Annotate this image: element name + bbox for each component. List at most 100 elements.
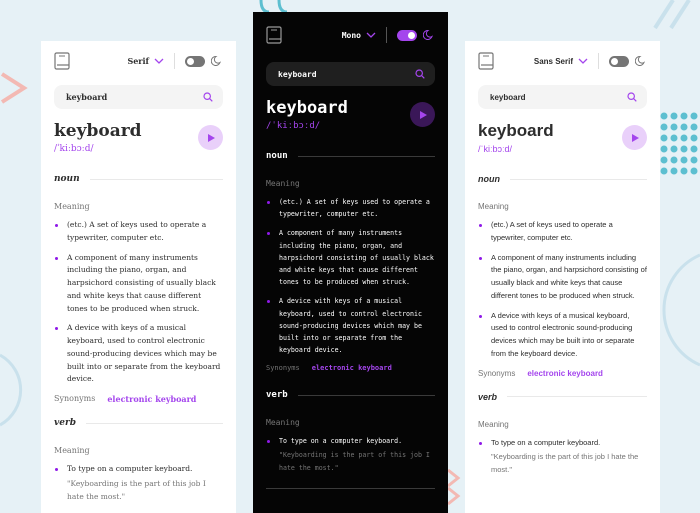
search-input[interactable]: keyboard <box>490 93 526 102</box>
search-bar[interactable]: keyboard <box>266 62 435 86</box>
play-icon <box>419 110 427 119</box>
part-of-speech-noun: noun <box>54 174 223 184</box>
synonyms-label: Synonyms <box>478 368 516 378</box>
pos-label: verb <box>266 390 288 401</box>
bullet <box>55 327 58 331</box>
font-select[interactable]: Sans Serif <box>534 57 588 66</box>
part-of-speech-noun: noun <box>266 151 435 161</box>
bullet <box>267 201 270 204</box>
definition-text: A component of many instruments includin… <box>491 252 647 300</box>
pos-label: noun <box>478 174 500 184</box>
header: Sans Serif <box>478 41 647 81</box>
toggle-knob <box>611 57 618 65</box>
definition-list: To type on a computer keyboard. <box>478 437 647 450</box>
dictionary-card-sans: Sans Serif keyboard keyboard /ˈkiːbɔːd/ … <box>465 41 660 513</box>
font-select-label: Sans Serif <box>533 56 573 66</box>
synonyms-row: Synonyms electronic keyboard <box>478 369 647 378</box>
search-bar[interactable]: keyboard <box>54 85 223 109</box>
definition-item: A device with keys of a musical keyboard… <box>266 295 435 356</box>
definition-text: (etc.) A set of keys used to operate a t… <box>67 220 207 242</box>
dictionary-card-serif: Serif keyboard keyboard /ˈkiːbɔːd/ noun … <box>41 41 236 513</box>
definition-text: A component of many instruments includin… <box>67 252 216 313</box>
search-input[interactable]: keyboard <box>278 70 317 79</box>
search-bar[interactable]: keyboard <box>478 85 647 109</box>
definition-text: (etc.) A set of keys used to operate a t… <box>279 198 430 219</box>
part-of-speech-verb: verb <box>266 390 435 400</box>
example-sentence: "Keyboarding is the part of this job I h… <box>67 478 206 501</box>
synonym-link[interactable]: electronic keyboard <box>312 364 392 372</box>
decor-arc-right <box>662 253 700 367</box>
definition-text: To type on a computer keyboard. <box>491 437 601 447</box>
definition-item: A device with keys of a musical keyboard… <box>54 322 223 386</box>
play-audio-button[interactable] <box>410 102 435 127</box>
font-select[interactable]: Mono <box>342 31 376 40</box>
chevron-down-icon <box>366 32 376 38</box>
divider <box>174 53 175 69</box>
search-icon[interactable] <box>203 92 213 102</box>
pos-label: noun <box>54 174 80 184</box>
chevron-down-icon <box>154 58 164 64</box>
synonym-link[interactable]: electronic keyboard <box>107 394 196 404</box>
word-title: keyboard <box>266 98 348 118</box>
play-audio-button[interactable] <box>198 125 223 150</box>
pos-label: noun <box>266 151 288 161</box>
search-input[interactable]: keyboard <box>66 92 107 102</box>
phonetic: /ˈkiːbɔːd/ <box>478 144 513 154</box>
font-select-label: Mono <box>341 30 361 40</box>
theme-toggle[interactable] <box>397 29 417 41</box>
definition-text: A component of many instruments includin… <box>279 229 434 287</box>
definition-item: To type on a computer keyboard. <box>266 435 435 447</box>
divider <box>386 27 387 43</box>
example-sentence: "Keyboarding is the part of this job I h… <box>491 452 639 474</box>
definition-item: (etc.) A set of keys used to operate a t… <box>478 219 647 245</box>
definition-text: A device with keys of a musical keyboard… <box>67 323 221 384</box>
theme-toggle[interactable] <box>185 55 205 67</box>
pos-divider <box>86 422 223 424</box>
definition-list: (etc.) A set of keys used to operate a t… <box>54 219 223 386</box>
definition-list: To type on a computer keyboard. <box>266 435 435 447</box>
phonetic: /ˈkiːbɔːd/ <box>54 144 94 154</box>
part-of-speech-noun: noun <box>478 174 647 184</box>
definition-item: A component of many instruments includin… <box>54 252 223 316</box>
font-select[interactable]: Serif <box>127 56 164 66</box>
definition-item: A component of many instruments includin… <box>266 227 435 288</box>
synonyms-label: Synonyms <box>266 364 300 373</box>
definition-item: To type on a computer keyboard. <box>54 463 223 476</box>
pos-label: verb <box>478 391 498 402</box>
part-of-speech-verb: verb <box>54 418 223 428</box>
book-logo-icon <box>54 52 70 70</box>
example-sentence: "Keyboarding is the part of this job I h… <box>279 451 430 472</box>
word-header: keyboard /ˈkiːbɔːd/ <box>266 98 435 131</box>
definition-text: To type on a computer keyboard. <box>279 437 403 446</box>
meaning-label: Meaning <box>478 419 509 429</box>
header-controls: Serif <box>127 53 223 69</box>
search-icon[interactable] <box>627 92 637 102</box>
play-icon <box>207 133 215 142</box>
synonym-link[interactable]: electronic keyboard <box>527 369 603 378</box>
definition-item: A component of many instruments includin… <box>478 252 647 303</box>
meaning-label: Meaning <box>478 202 509 211</box>
meaning-label: Meaning <box>266 418 300 428</box>
synonyms-row: Synonyms electronic keyboard <box>266 364 435 372</box>
pos-label: verb <box>54 418 76 428</box>
pos-divider <box>297 394 435 396</box>
moon-icon <box>423 29 433 40</box>
play-audio-button[interactable] <box>622 125 647 150</box>
bullet <box>55 256 58 260</box>
part-of-speech-verb: verb <box>478 392 647 402</box>
bullet <box>267 440 270 444</box>
pos-divider <box>507 396 647 397</box>
meaning-label: Meaning <box>54 446 90 455</box>
bullet <box>55 224 58 227</box>
play-icon <box>631 133 639 142</box>
word-header: keyboard /ˈkiːbɔːd/ <box>54 121 223 154</box>
theme-toggle[interactable] <box>609 55 629 67</box>
bottom-divider <box>266 487 435 489</box>
definition-text: A device with keys of a musical keyboard… <box>491 310 635 358</box>
search-icon[interactable] <box>415 69 425 79</box>
header-controls: Sans Serif <box>534 53 647 69</box>
bullet <box>267 232 270 236</box>
font-select-label: Serif <box>127 56 149 66</box>
phonetic: /ˈkiːbɔːd/ <box>266 121 321 131</box>
word-title: keyboard <box>54 121 142 141</box>
